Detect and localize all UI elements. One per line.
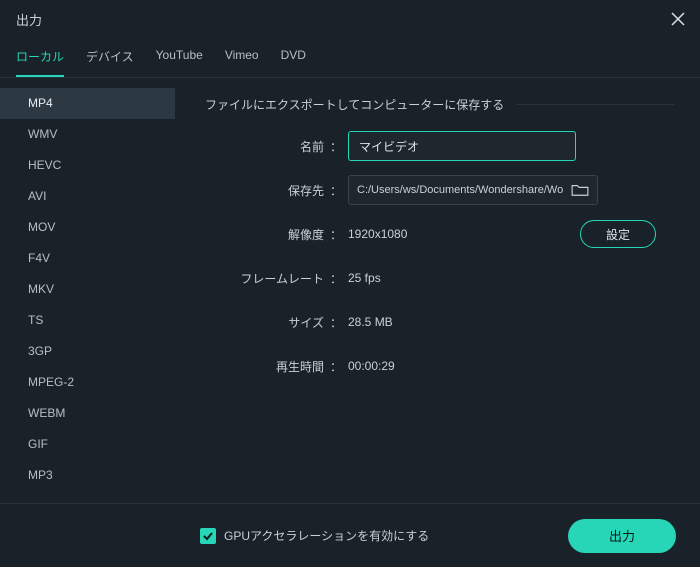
tab-vimeo[interactable]: Vimeo: [225, 42, 259, 77]
dest-path-text: C:/Users/ws/Documents/Wondershare/Wo: [357, 184, 571, 196]
format-hevc[interactable]: HEVC: [0, 150, 175, 181]
duration-label: 再生時間: [205, 358, 330, 375]
folder-icon: [571, 183, 589, 197]
format-avi[interactable]: AVI: [0, 181, 175, 212]
format-mp3[interactable]: MP3: [0, 460, 175, 491]
resolution-label: 解像度: [205, 226, 330, 243]
format-3gp[interactable]: 3GP: [0, 336, 175, 367]
gpu-checkbox[interactable]: [200, 528, 216, 544]
window-title: 出力: [16, 10, 42, 29]
duration-value: 00:00:29: [348, 359, 395, 373]
tabs: ローカル デバイス YouTube Vimeo DVD: [0, 38, 700, 78]
name-input[interactable]: [348, 131, 576, 161]
format-f4v[interactable]: F4V: [0, 243, 175, 274]
close-button[interactable]: [668, 9, 688, 29]
format-sidebar: MP4 WMV HEVC AVI MOV F4V MKV TS 3GP MPEG…: [0, 78, 175, 503]
size-value: 28.5 MB: [348, 315, 393, 329]
name-label: 名前: [205, 138, 330, 155]
gpu-checkbox-label: GPUアクセラレーションを有効にする: [224, 527, 429, 544]
format-gif[interactable]: GIF: [0, 429, 175, 460]
format-webm[interactable]: WEBM: [0, 398, 175, 429]
tab-device[interactable]: デバイス: [86, 42, 134, 77]
dest-path[interactable]: C:/Users/ws/Documents/Wondershare/Wo: [348, 175, 598, 205]
format-wmv[interactable]: WMV: [0, 119, 175, 150]
close-icon: [671, 12, 685, 26]
section-title: ファイルにエクスポートしてコンピューターに保存する: [205, 96, 504, 113]
format-mpeg2[interactable]: MPEG-2: [0, 367, 175, 398]
size-label: サイズ: [205, 314, 330, 331]
dest-label: 保存先: [205, 182, 330, 199]
export-button[interactable]: 出力: [568, 519, 676, 553]
tab-dvd[interactable]: DVD: [281, 42, 306, 77]
tab-local[interactable]: ローカル: [16, 42, 64, 77]
check-icon: [202, 530, 214, 542]
footer: GPUアクセラレーションを有効にする 出力: [0, 503, 700, 567]
settings-button[interactable]: 設定: [580, 220, 656, 248]
tab-youtube[interactable]: YouTube: [156, 42, 203, 77]
framerate-value: 25 fps: [348, 271, 381, 285]
format-ts[interactable]: TS: [0, 305, 175, 336]
framerate-label: フレームレート: [205, 270, 330, 287]
main-panel: ファイルにエクスポートしてコンピューターに保存する 名前 ： 保存先 ： C:/…: [175, 78, 700, 503]
format-mp4[interactable]: MP4: [0, 88, 175, 119]
resolution-value: 1920x1080: [348, 227, 407, 241]
format-mkv[interactable]: MKV: [0, 274, 175, 305]
divider: [516, 104, 674, 105]
format-mov[interactable]: MOV: [0, 212, 175, 243]
